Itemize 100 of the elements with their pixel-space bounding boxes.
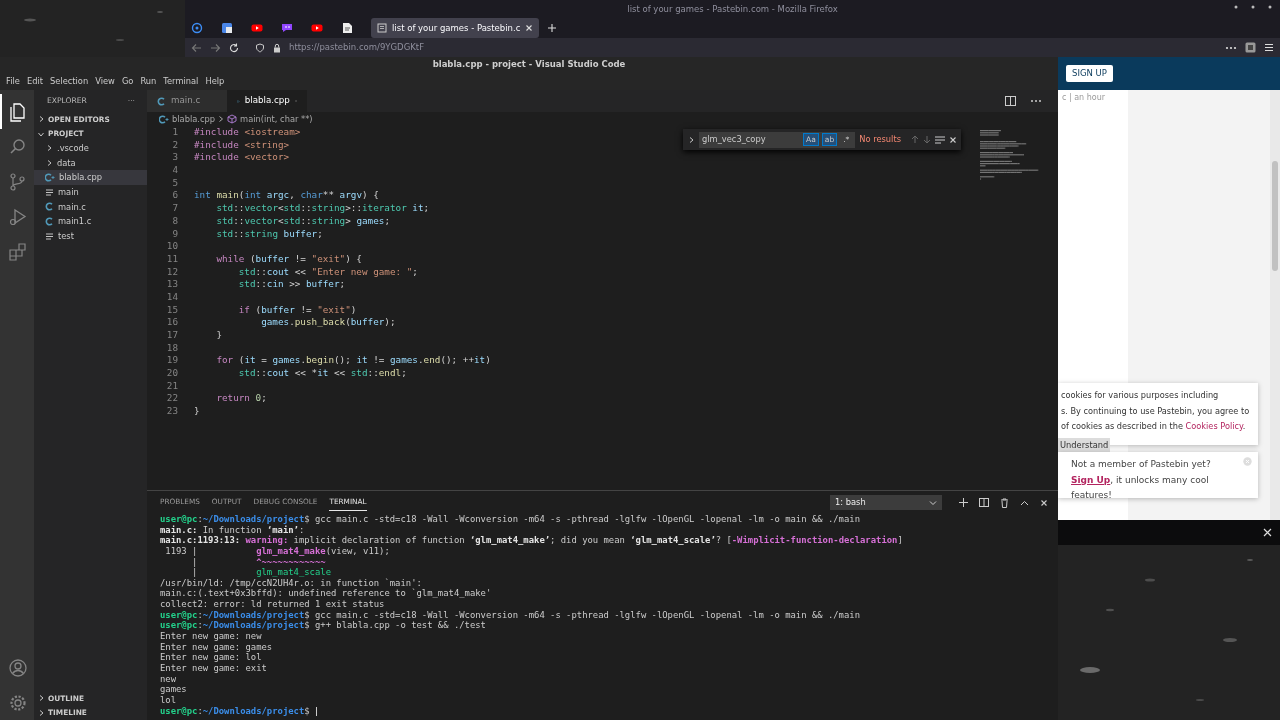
breadcrumb-item[interactable]: main(int, char **) (227, 112, 313, 126)
breadcrumb-item[interactable]: blabla.cpp (159, 112, 216, 126)
terminal-line: main.c:1193:13: warning: implicit declaration of function ‘glm_mat4_make’; did you mean ‘glm_mat4_scale’? [-Wimplicit-function-declaration] (160, 535, 904, 546)
terminal-line: user@pc:~/Downloads/project$ (160, 705, 1058, 717)
code-line: while (buffer != "exit") { (215, 252, 362, 266)
folder-entry[interactable]: .vscode (34, 141, 147, 156)
sign-up-button[interactable]: SIGN UP (1066, 65, 1113, 82)
code-line: std::cout << *it << std::endl; (237, 367, 407, 380)
paste-meta: c | an hour (1062, 92, 1107, 104)
arrow-up-icon[interactable] (911, 135, 919, 144)
c-file-icon (157, 96, 166, 106)
line-number: 20 (165, 367, 178, 380)
terminal-line: /usr/bin/ld: /tmp/ccN2UH4r.o: in function `main': (160, 577, 423, 588)
note-icon[interactable] (341, 22, 353, 34)
code-line: games.push_back(buffer); (260, 316, 396, 329)
line-number: 19 (165, 354, 178, 368)
extension-icon[interactable] (1245, 42, 1256, 53)
code-line: std::string buffer; (215, 227, 323, 241)
chevron-icon[interactable] (37, 708, 45, 717)
lock-icon[interactable] (273, 42, 281, 53)
menu-item[interactable]: Help (205, 74, 225, 88)
line-number: 16 (165, 316, 178, 329)
line-number: 1 (171, 126, 178, 139)
ring-icon[interactable] (191, 22, 203, 34)
code-line: #include <iostream> (194, 126, 301, 139)
line-number: 6 (171, 189, 178, 203)
explorer-entry[interactable]: main.c (34, 199, 147, 215)
terminal-select[interactable]: 1: bash (830, 495, 942, 510)
code-line: if (buffer != "exit") (237, 303, 357, 317)
shield-icon[interactable] (255, 42, 265, 53)
chevron-up-icon[interactable] (1020, 499, 1029, 506)
browser-tab[interactable]: list of your games - Pastebin.c (371, 18, 540, 38)
line-number: 10 (165, 240, 178, 253)
chevron-icon[interactable] (45, 144, 53, 153)
files-icon[interactable] (8, 101, 28, 122)
menu-item[interactable]: View (95, 74, 115, 88)
run-icon[interactable] (8, 206, 28, 227)
split-editor-icon[interactable] (1005, 96, 1016, 106)
cookies-policy-link[interactable]: Cookies Policy (1185, 421, 1243, 431)
editor-tab[interactable]: main.c (147, 90, 227, 112)
chat-icon[interactable] (281, 22, 293, 34)
code-line: int main(int argc, char** argv) { (194, 189, 379, 203)
reload-icon[interactable] (229, 42, 239, 53)
terminal-line: main.c:(.text+0x3bffd): undefined reference to `glm_mat4_make' (160, 588, 493, 600)
find-status: No results (859, 133, 901, 146)
arrow-down-icon[interactable] (923, 135, 931, 144)
window-title: list of your games - Pastebin.com - Mozilla Firefox (627, 2, 838, 16)
plus-icon[interactable] (959, 498, 968, 507)
chevron-icon (218, 115, 225, 123)
play-icon[interactable] (311, 22, 323, 34)
explorer-entry[interactable]: main1.c (34, 214, 147, 229)
extensions-icon[interactable] (8, 241, 28, 262)
explorer-entry[interactable]: main (34, 184, 147, 200)
cookie-text: cookies for various purposes including (1061, 389, 1220, 402)
menu-item[interactable]: Go (121, 74, 134, 88)
menu-item[interactable]: Selection (49, 74, 89, 88)
code-line: std::vector<std::string> games; (215, 214, 390, 228)
more-icon[interactable] (1030, 99, 1042, 103)
terminal-line: Enter new game: new (160, 631, 263, 642)
play-icon[interactable] (251, 22, 263, 34)
terminal-line: games (160, 684, 188, 695)
explorer-entry[interactable]: blabla.cpp (34, 170, 147, 185)
terminal-line: | ^~~~~~~~~~~~~ (191, 556, 327, 568)
menu-item[interactable]: Edit (26, 74, 43, 88)
account-icon[interactable] (8, 657, 28, 678)
minimize-icon[interactable] (1234, 5, 1238, 9)
more-icon[interactable] (1225, 45, 1237, 50)
chevron-icon[interactable] (45, 159, 53, 168)
selection-icon[interactable] (935, 135, 945, 144)
explorer-entry[interactable]: test (34, 228, 147, 244)
code-line: for (it = games.begin(); it != games.end(); ++it) (215, 354, 491, 368)
split-icon[interactable] (979, 498, 989, 507)
menu-item[interactable]: Terminal (163, 74, 199, 88)
chevron-icon[interactable] (687, 135, 695, 144)
folder-entry[interactable]: data (34, 155, 147, 171)
terminal-line: Enter new game: exit (160, 662, 268, 674)
line-number: 9 (171, 227, 178, 241)
back-icon[interactable] (191, 42, 202, 53)
understand-button[interactable]: Understand (1058, 438, 1111, 452)
menu-icon[interactable] (1264, 43, 1274, 52)
branch-icon[interactable] (8, 171, 28, 192)
line-number: 15 (165, 303, 178, 317)
line-number: 12 (165, 265, 178, 279)
editor-tab[interactable]: blabla.cpp (227, 90, 307, 112)
terminal-line: lol (160, 694, 178, 706)
trash-icon[interactable] (1000, 497, 1009, 508)
forward-icon[interactable] (210, 42, 221, 53)
scrollbar-thumb[interactable] (1272, 161, 1278, 271)
code-line: } (194, 405, 200, 418)
chevron-icon[interactable] (37, 694, 45, 703)
terminal-line: | glm_mat4_scale (191, 567, 332, 578)
new-tab-icon[interactable] (547, 23, 558, 33)
code-line: return 0; (215, 392, 267, 406)
translate-icon[interactable] (221, 22, 233, 34)
notice-text: Not a member of Pastebin yet? Sign Up, it unlocks many cool features! (1071, 458, 1212, 502)
menu-item[interactable]: Run (140, 74, 157, 88)
maximize-icon[interactable] (1251, 5, 1255, 9)
chevron-icon[interactable] (37, 115, 45, 124)
menu-item[interactable]: File (6, 74, 20, 88)
terminal-line: user@pc:~/Downloads/project$ gcc main.c -std=c18 -Wall -Wconversion -m64 -s -pthread -lglfw -lOpenGL -lopenal -lm -o main && ./main (160, 609, 861, 621)
